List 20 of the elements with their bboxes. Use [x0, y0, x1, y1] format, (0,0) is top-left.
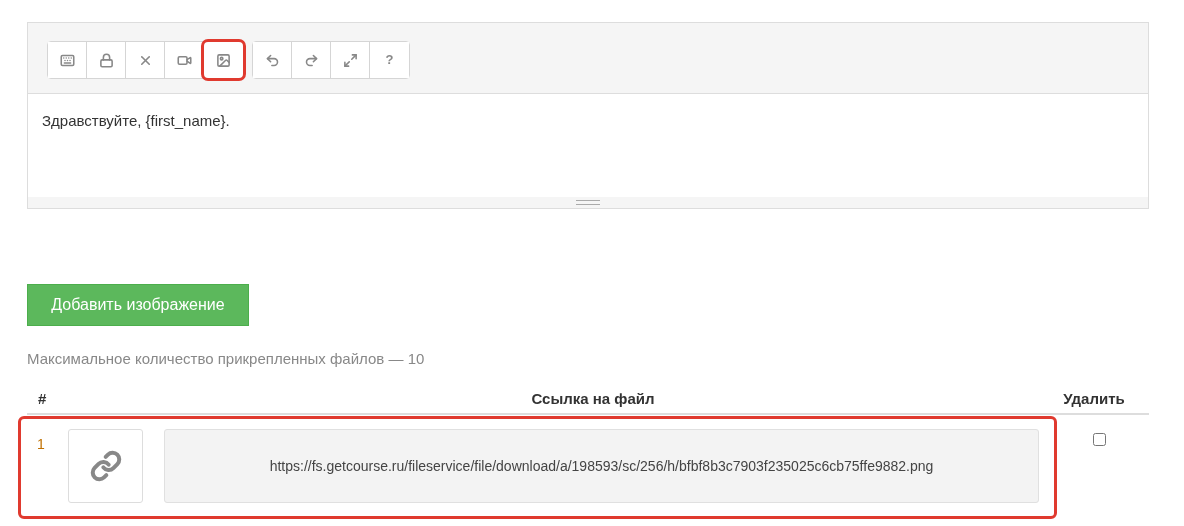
column-header: Удалить [1063, 389, 1125, 407]
add-image-button[interactable]: Добавить изображение [27, 284, 249, 326]
row-number: 1 [37, 436, 45, 452]
undo-icon [264, 52, 280, 68]
keyboard-icon [59, 52, 75, 68]
link-icon [89, 450, 122, 482]
editor-text: Здравствуйте, {first_name}. [42, 112, 230, 129]
url-field[interactable]: https://fs.getcourse.ru/fileservice/file/download/a/198593/sc/256/h/bfbf8b3c7903f235025c6cb75ffe9882.png [164, 429, 1039, 503]
resize-handle[interactable] [576, 200, 600, 205]
column-header: Ссылка на файл [531, 389, 655, 407]
toolbar-button[interactable] [48, 42, 87, 78]
delete-checkbox[interactable] [1093, 433, 1106, 446]
column-header: # [38, 389, 47, 407]
toolbar-button[interactable] [204, 42, 243, 78]
image-icon [216, 52, 231, 68]
toolbar-button[interactable] [253, 42, 292, 78]
expand-icon [342, 52, 358, 68]
limit-note: Максимальное количество прикрепленных файлов — 10 [27, 350, 425, 367]
redo-icon [303, 52, 319, 68]
lock-icon [98, 52, 114, 68]
